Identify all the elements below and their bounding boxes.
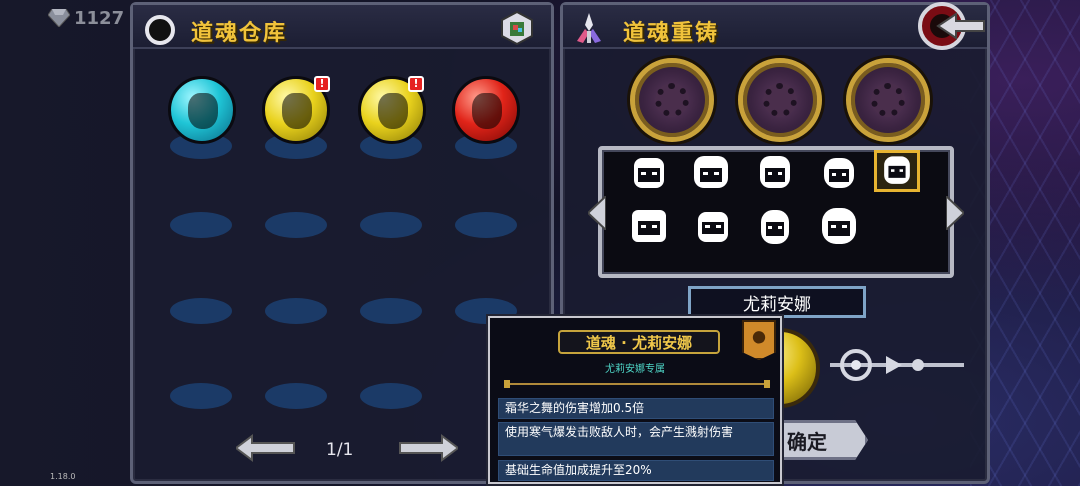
scroll-right-arrow-icon[interactable] [946, 196, 964, 230]
character-portrait-selected[interactable] [874, 150, 920, 192]
version-label: 1.18.0 [50, 472, 76, 481]
warehouse-slot[interactable] [265, 298, 327, 324]
warehouse-slot[interactable] [360, 383, 422, 409]
scroll-left-arrow-icon[interactable] [588, 196, 606, 230]
character-portrait[interactable] [688, 152, 734, 194]
tooltip-subtitle: 尤莉安娜专属 [605, 364, 665, 375]
selected-name-label: 尤莉安娜 [688, 286, 866, 318]
character-portrait[interactable] [690, 206, 736, 248]
orb-portrait-icon [472, 93, 502, 129]
tooltip-title: 道魂 · 尤莉安娜 [558, 330, 720, 354]
orb-portrait-icon [282, 93, 312, 129]
warehouse-slot[interactable] [360, 212, 422, 238]
alert-icon: ! [408, 76, 424, 92]
back-arrow-icon[interactable] [916, 2, 986, 50]
gear-icon [655, 83, 689, 117]
warehouse-slot[interactable] [265, 212, 327, 238]
character-portrait[interactable] [626, 206, 672, 248]
prev-page-arrow-icon[interactable] [236, 434, 296, 462]
staff-icon [830, 349, 964, 381]
gem-icon [48, 9, 70, 27]
next-page-arrow-icon[interactable] [398, 434, 458, 462]
warehouse-slot[interactable] [170, 298, 232, 324]
warehouse-slot[interactable] [170, 212, 232, 238]
gear-icon [763, 83, 797, 117]
tooltip-effect: 使用寒气爆发击败敌人时，会产生溅射伤害 [498, 422, 774, 456]
gear-icon [871, 83, 905, 117]
reforge-title: 道魂重铸 [623, 21, 720, 46]
badge-icon [742, 320, 776, 360]
warehouse-header: 道魂仓库 [133, 5, 551, 49]
tooltip-effect: 霜华之舞的伤害增加0.5倍 [498, 398, 774, 419]
reforge-socket[interactable] [738, 58, 822, 142]
warehouse-slot[interactable] [265, 383, 327, 409]
divider-ornament [504, 380, 770, 388]
orb-portrait-icon [378, 93, 408, 129]
soul-tooltip: 道魂 · 尤莉安娜 尤莉安娜专属 霜华之舞的伤害增加0.5倍 使用寒气爆发击败敌… [488, 316, 782, 484]
reforge-socket[interactable] [630, 58, 714, 142]
currency-display: 1127 [48, 6, 124, 30]
warehouse-slot[interactable] [455, 212, 517, 238]
character-portrait[interactable] [752, 152, 798, 194]
ring-icon [145, 15, 175, 45]
orb-portrait-icon [188, 93, 218, 129]
character-portrait[interactable] [816, 152, 862, 194]
character-portrait[interactable] [626, 152, 672, 194]
soul-orb-red[interactable] [452, 76, 520, 144]
page-indicator: 1/1 [326, 440, 354, 460]
soul-orb-cyan[interactable] [168, 76, 236, 144]
warehouse-title: 道魂仓库 [191, 21, 288, 46]
character-portrait[interactable] [752, 206, 798, 248]
tooltip-effect: 基础生命值加成提升至20% [498, 460, 774, 481]
warehouse-slot[interactable] [360, 298, 422, 324]
alert-icon: ! [314, 76, 330, 92]
forge-icon [577, 13, 601, 43]
currency-amount: 1127 [74, 7, 125, 29]
bag-icon[interactable] [501, 11, 533, 45]
warehouse-slot[interactable] [170, 383, 232, 409]
character-portrait[interactable] [816, 206, 862, 248]
reforge-socket[interactable] [846, 58, 930, 142]
